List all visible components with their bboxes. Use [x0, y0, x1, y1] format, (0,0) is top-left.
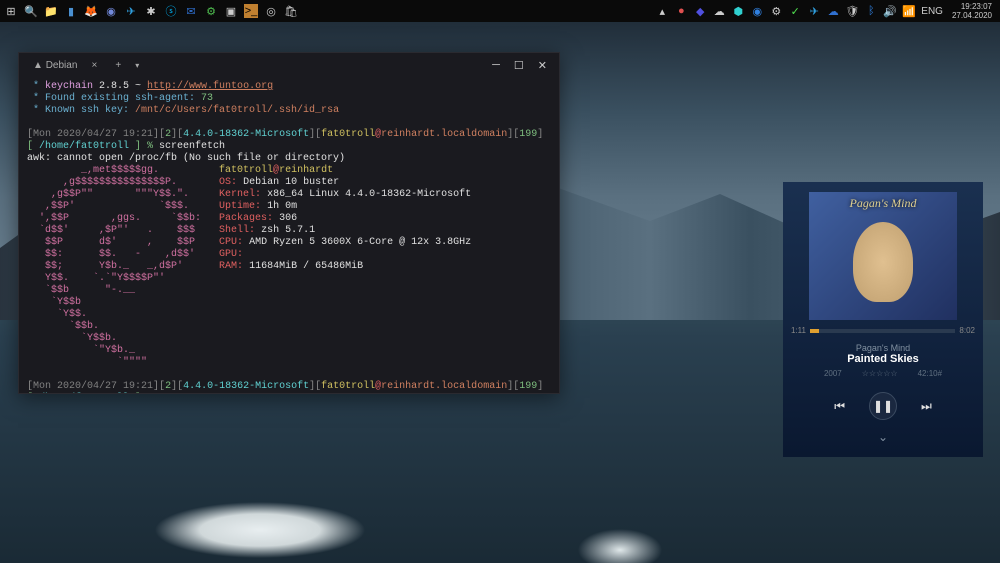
skype-icon[interactable]: ⓢ	[164, 4, 178, 18]
tray-icon[interactable]: ⬢	[731, 4, 745, 18]
track-year: 2007	[824, 369, 842, 378]
track-length-meta: 42:10#	[918, 369, 942, 378]
tray-icon[interactable]: ◉	[750, 4, 764, 18]
taskbar: ⊞ 🔍 📁 ▮ 🦊 ◉ ✈ ✱ ⓢ ✉ ⚙ ▣ >_ ◎ 🛍 ▴ ● ◆ ☁ ⬢…	[0, 0, 1000, 22]
terminal-tab[interactable]: ▲ Debian ×	[25, 57, 101, 74]
tab-dropdown-icon[interactable]: ▾	[135, 61, 139, 70]
clock-date: 27.04.2020	[952, 11, 992, 20]
maximize-button[interactable]: ☐	[514, 59, 524, 72]
tray-audio-icon[interactable]: 🔊	[883, 4, 897, 18]
tab-icon: ▲	[33, 60, 43, 71]
clock-time: 19:23:07	[952, 2, 992, 11]
wt-icon[interactable]: >_	[244, 4, 258, 18]
elapsed-time: 1:11	[791, 326, 806, 335]
tray-icon[interactable]: ✈	[807, 4, 821, 18]
pause-button[interactable]: ❚❚	[869, 392, 897, 420]
terminal-icon[interactable]: ▣	[224, 4, 238, 18]
prev-button[interactable]: ⏮	[834, 399, 845, 414]
taskbar-tray: ▴ ● ◆ ☁ ⬢ ◉ ⚙ ✓ ✈ ☁ 🛡 ᛒ 🔊 📶 ENG 19:23:07…	[655, 2, 996, 20]
progress-row: 1:11 8:02	[791, 326, 975, 335]
new-tab-button[interactable]: +	[109, 58, 127, 73]
start-icon[interactable]: ⊞	[4, 4, 18, 18]
progress-bar[interactable]	[810, 329, 955, 333]
tray-icon[interactable]: ☁	[712, 4, 726, 18]
album-art[interactable]: Pagan's Mind	[809, 192, 957, 320]
album-art-text: Pagan's Mind	[809, 196, 957, 211]
firefox-icon[interactable]: 🦊	[84, 4, 98, 18]
minimize-button[interactable]: ─	[492, 59, 500, 72]
tray-icon[interactable]: ▴	[655, 4, 669, 18]
track-info: Pagan's Mind Painted Skies 2007 ☆☆☆☆☆ 42…	[783, 343, 983, 378]
settings-icon[interactable]: ⚙	[204, 4, 218, 18]
explorer-icon[interactable]: 📁	[44, 4, 58, 18]
browser-icon[interactable]: ◎	[264, 4, 278, 18]
tray-icon[interactable]: ✓	[788, 4, 802, 18]
telegram-icon[interactable]: ✈	[124, 4, 138, 18]
tray-icon[interactable]: ●	[674, 4, 688, 18]
code-icon[interactable]: ▮	[64, 4, 78, 18]
close-button[interactable]: ✕	[538, 59, 547, 72]
track-rating[interactable]: ☆☆☆☆☆	[862, 369, 898, 378]
expand-button[interactable]: ⌄	[783, 430, 983, 444]
taskbar-pinned-apps: ⊞ 🔍 📁 ▮ 🦊 ◉ ✈ ✱ ⓢ ✉ ⚙ ▣ >_ ◎ 🛍	[4, 4, 298, 18]
tray-icon[interactable]: ☁	[826, 4, 840, 18]
music-player: Pagan's Mind 1:11 8:02 Pagan's Mind Pain…	[783, 182, 983, 457]
tray-bluetooth-icon[interactable]: ᛒ	[864, 4, 878, 18]
mail-icon[interactable]: ✉	[184, 4, 198, 18]
track-title: Painted Skies	[783, 353, 983, 365]
terminal-window: ▲ Debian × + ▾ ─ ☐ ✕ * keychain 2.8.5 ~ …	[18, 52, 560, 394]
taskbar-clock[interactable]: 19:23:07 27.04.2020	[948, 2, 996, 20]
progress-fill	[810, 329, 819, 333]
terminal-output[interactable]: * keychain 2.8.5 ~ http://www.funtoo.org…	[19, 77, 559, 393]
tray-icon[interactable]: 🛡	[845, 4, 859, 18]
tray-wifi-icon[interactable]: 📶	[902, 4, 916, 18]
tray-icon[interactable]: ⚙	[769, 4, 783, 18]
track-artist: Pagan's Mind	[783, 343, 983, 353]
close-tab-icon[interactable]: ×	[92, 60, 98, 71]
tab-title: Debian	[46, 60, 78, 71]
search-icon[interactable]: 🔍	[24, 4, 38, 18]
store-icon[interactable]: 🛍	[284, 4, 298, 18]
terminal-titlebar[interactable]: ▲ Debian × + ▾ ─ ☐ ✕	[19, 53, 559, 77]
tray-lang[interactable]: ENG	[921, 6, 943, 17]
slack-icon[interactable]: ✱	[144, 4, 158, 18]
tray-icon[interactable]: ◆	[693, 4, 707, 18]
next-button[interactable]: ⏭	[921, 399, 932, 414]
discord-icon[interactable]: ◉	[104, 4, 118, 18]
total-time: 8:02	[959, 326, 975, 335]
player-controls: ⏮ ❚❚ ⏭	[783, 392, 983, 420]
